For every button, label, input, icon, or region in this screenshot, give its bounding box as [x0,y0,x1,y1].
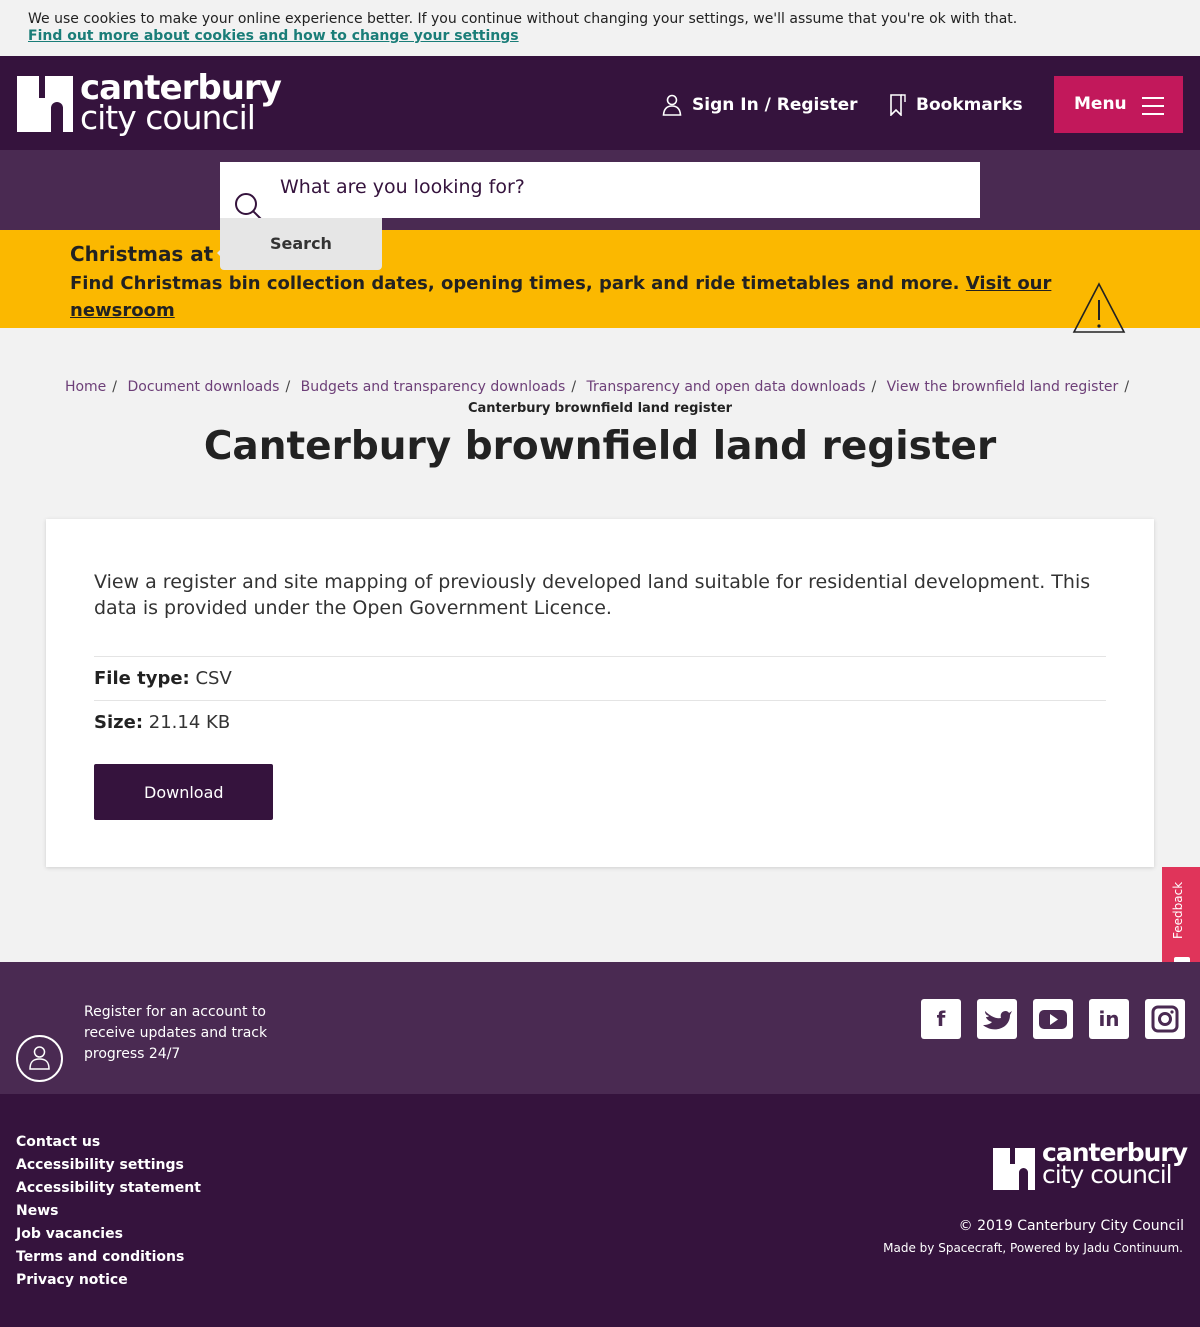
logo-mark [17,76,73,132]
footer-bottom: Contact us Accessibility settings Access… [0,1094,1200,1327]
file-size-value: 21.14 KB [148,712,231,733]
alert-banner: Christmas at the council Find Christmas … [0,230,1200,333]
breadcrumb-budgets[interactable]: Budgets and transparency downloads [301,379,566,395]
alert-text: Find Christmas bin collection dates, ope… [70,273,960,294]
facebook-icon[interactable]: f [921,999,961,1039]
sign-in-label: Sign In / Register [692,95,858,115]
file-type-label: File type: [94,668,190,689]
copyright: © 2019 Canterbury City Council [958,1218,1184,1234]
feedback-label: Feedback [1171,881,1185,939]
footer-link-news[interactable]: News [16,1200,201,1223]
breadcrumb-brownfield[interactable]: View the brownfield land register [887,379,1119,395]
menu-button[interactable]: Menu [1054,76,1183,133]
menu-label: Menu [1074,94,1127,114]
footer-logo-text-city-council: city council [1042,1160,1173,1189]
footer-link-terms[interactable]: Terms and conditions [16,1246,201,1269]
sign-in-register-link[interactable]: Sign In / Register [662,94,858,116]
breadcrumb-transparency[interactable]: Transparency and open data downloads [587,379,866,395]
site-logo[interactable]: canterbury city council [17,68,282,137]
breadcrumb: Home / Document downloads / Budgets and tr… [0,377,1200,419]
bookmarks-label: Bookmarks [916,95,1023,115]
register-text: Register for an account to receive updat… [84,1004,268,1062]
file-size-label: Size: [94,712,144,733]
instagram-icon[interactable] [1145,999,1185,1039]
warning-icon [1072,282,1126,333]
breadcrumb-home[interactable]: Home [65,379,106,395]
logo-text-city-council: city council [80,98,256,137]
download-button-label: Download [144,783,224,802]
file-type-row: File type: CSV [94,656,1106,689]
search-button-label: Search [270,234,332,253]
footer-link-accessibility-settings[interactable]: Accessibility settings [16,1154,201,1177]
search-button[interactable]: Search [217,218,382,270]
cookie-settings-link[interactable]: Find out more about cookies and how to c… [28,28,519,44]
linkedin-icon[interactable]: in [1089,999,1129,1039]
alert-body: Find Christmas bin collection dates, ope… [70,270,1060,324]
search-band [0,150,1200,230]
bookmark-icon [890,94,906,116]
cookie-banner: We use cookies to make your online exper… [0,0,1200,56]
footer-link-contact[interactable]: Contact us [16,1131,201,1154]
download-button[interactable]: Download [94,764,273,820]
search-input[interactable] [280,176,960,198]
breadcrumb-current: Canterbury brownfield land register [467,401,733,416]
bookmarks-link[interactable]: Bookmarks [888,94,1023,116]
made-by-credit[interactable]: Made by Spacecraft, Powered by Jadu Cont… [883,1241,1183,1255]
user-circle-icon [29,1046,50,1070]
register-user-icon[interactable] [16,1035,63,1082]
breadcrumb-document-downloads[interactable]: Document downloads [127,379,279,395]
youtube-icon[interactable] [1033,999,1073,1039]
search-box [220,162,980,220]
footer-link-jobs[interactable]: Job vacancies [16,1223,201,1246]
footer-link-privacy[interactable]: Privacy notice [16,1269,201,1292]
footer-logo[interactable]: canterbury city council [993,1138,1188,1194]
footer-logo-mark [993,1148,1035,1190]
page-title: Canterbury brownfield land register [203,424,997,469]
file-type-value: CSV [195,668,232,689]
file-size-row: Size: 21.14 KB [94,700,1106,733]
download-card: View a register and site mapping of prev… [46,519,1154,867]
site-header: canterbury city council Sign In / Regist… [0,56,1200,150]
document-description: View a register and site mapping of prev… [94,571,1091,619]
footer-link-accessibility-statement[interactable]: Accessibility statement [16,1177,201,1200]
user-icon [662,94,682,116]
twitter-icon[interactable] [977,999,1017,1039]
footer-top: Register for an account to receive updat… [0,962,1200,1094]
cookie-text: We use cookies to make your online exper… [28,11,1018,27]
hamburger-icon [1142,97,1164,121]
footer-links: Contact us Accessibility settings Access… [16,1131,201,1292]
